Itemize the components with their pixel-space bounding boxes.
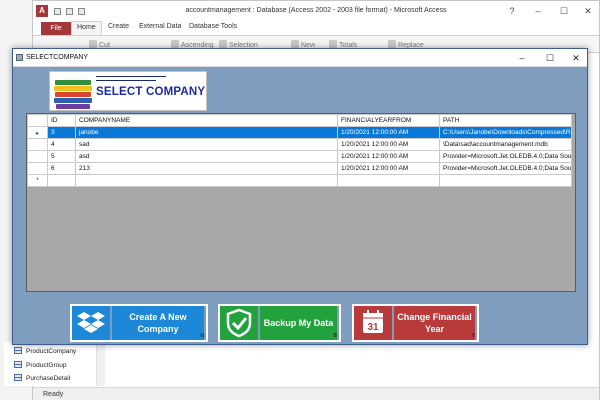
backup-data-label: Backup My Data: [260, 306, 337, 340]
cell-financialyearfrom[interactable]: 1/20/2021 12:00:00 AM: [337, 150, 440, 163]
table-icon: [14, 347, 22, 354]
cell-path[interactable]: [439, 174, 572, 187]
dialog-minimize-button[interactable]: –: [515, 51, 529, 65]
table-header-row: ID COMPANYNAME FINANCIALYEARFROM PATH: [27, 114, 572, 127]
status-bar: Ready: [33, 387, 599, 400]
shield-check-icon: [220, 306, 258, 340]
status-text: Ready: [43, 391, 64, 398]
select-company-banner: SELECT COMPANY: [49, 71, 207, 111]
create-shortcut-hint: N: [200, 333, 204, 339]
select-company-dialog: SELECTCOMPANY – ☐ ✕ SELECT COMPANY ID CO…: [12, 48, 588, 345]
filter-selection-icon: [219, 40, 227, 48]
dialog-title: SELECTCOMPANY: [26, 54, 89, 61]
nav-item-productcompany[interactable]: ProductCompany: [14, 346, 76, 358]
scissors-icon: [89, 40, 97, 48]
table-row[interactable]: 4 sad 1/20/2021 12:00:00 AM \Data\sad\ac…: [27, 138, 572, 151]
new-row-selector[interactable]: *: [27, 174, 48, 187]
change-shortcut-hint: Y: [471, 333, 475, 339]
dialog-maximize-button[interactable]: ☐: [543, 51, 557, 65]
backup-shortcut-hint: B: [333, 333, 337, 339]
tab-database-tools[interactable]: Database Tools: [189, 23, 237, 30]
row-header-corner: [27, 114, 48, 127]
cell-path[interactable]: Provider=Microsoft.Jet.OLEDB.4.0;Data So…: [439, 150, 572, 163]
cell-financialyearfrom[interactable]: 1/20/2021 12:00:00 AM: [337, 126, 440, 139]
access-titlebar: A accountmanagement : Database (Access 2…: [33, 1, 599, 21]
nav-item-purchasedetail[interactable]: PurchaseDetail: [14, 373, 70, 385]
tab-external-data[interactable]: External Data: [139, 23, 181, 30]
replace-icon: [388, 40, 396, 48]
company-table: ID COMPANYNAME FINANCIALYEARFROM PATH ▸ …: [27, 114, 572, 187]
help-icon[interactable]: ?: [505, 5, 519, 17]
cell-financialyearfrom[interactable]: [337, 174, 440, 187]
change-financial-year-label: Change Financial Year: [394, 306, 475, 340]
sort-ascending-icon: [171, 40, 179, 48]
table-icon: [14, 374, 22, 381]
create-company-button[interactable]: Create A New Company N: [70, 304, 208, 342]
dropbox-icon: [72, 306, 110, 340]
navigation-pane: ProductCompany ProductGroup PurchaseDeta…: [4, 342, 105, 386]
row-selector[interactable]: [27, 138, 48, 151]
close-button[interactable]: ✕: [581, 5, 595, 17]
row-selector[interactable]: ▸: [27, 126, 48, 139]
new-row[interactable]: *: [27, 174, 572, 187]
column-header-financialyearfrom[interactable]: FINANCIALYEARFROM: [337, 114, 440, 127]
table-icon: [14, 361, 22, 368]
cell-id[interactable]: 4: [47, 138, 76, 151]
cell-id[interactable]: 5: [47, 150, 76, 163]
cell-companyname[interactable]: janobe: [75, 126, 338, 139]
calendar-icon: 31: [354, 306, 392, 340]
column-header-path[interactable]: PATH: [439, 114, 572, 127]
cell-path[interactable]: \Data\sad\accountmanagement.mdb: [439, 138, 572, 151]
create-company-label: Create A New Company: [112, 306, 204, 340]
sigma-icon: [329, 40, 337, 48]
calendar-day: 31: [367, 322, 379, 333]
table-row[interactable]: 5 asd 1/20/2021 12:00:00 AM Provider=Mic…: [27, 150, 572, 163]
cell-financialyearfrom[interactable]: 1/20/2021 12:00:00 AM: [337, 162, 440, 175]
table-row[interactable]: 6 213 1/20/2021 12:00:00 AM Provider=Mic…: [27, 162, 572, 175]
maximize-button[interactable]: ☐: [557, 5, 571, 17]
company-grid[interactable]: ID COMPANYNAME FINANCIALYEARFROM PATH ▸ …: [26, 113, 576, 292]
cell-id[interactable]: [47, 174, 76, 187]
cell-companyname[interactable]: sad: [75, 138, 338, 151]
form-icon: [16, 54, 23, 61]
row-selector[interactable]: [27, 162, 48, 175]
column-header-id[interactable]: ID: [47, 114, 76, 127]
cell-id[interactable]: 3: [47, 126, 76, 139]
tab-create[interactable]: Create: [108, 23, 129, 30]
ribbon-tabs: File Home Create External Data Database …: [33, 21, 599, 35]
backup-data-button[interactable]: Backup My Data B: [218, 304, 341, 342]
cell-companyname[interactable]: asd: [75, 150, 338, 163]
cell-path[interactable]: Provider=Microsoft.Jet.OLEDB.4.0;Data So…: [439, 162, 572, 175]
nav-scrollbar[interactable]: [96, 342, 105, 386]
dialog-close-button[interactable]: ✕: [569, 51, 583, 65]
change-financial-year-button[interactable]: 31 Change Financial Year Y: [352, 304, 479, 342]
table-row[interactable]: ▸ 3 janobe 1/20/2021 12:00:00 AM C:\User…: [27, 126, 572, 139]
cell-companyname[interactable]: [75, 174, 338, 187]
banner-title: SELECT COMPANY: [96, 86, 206, 98]
tab-file[interactable]: File: [41, 22, 71, 35]
cell-financialyearfrom[interactable]: 1/20/2021 12:00:00 AM: [337, 138, 440, 151]
nav-item-productgroup[interactable]: ProductGroup: [14, 360, 66, 372]
cell-companyname[interactable]: 213: [75, 162, 338, 175]
row-selector[interactable]: [27, 150, 48, 163]
column-header-companyname[interactable]: COMPANYNAME: [75, 114, 338, 127]
minimize-button[interactable]: –: [531, 5, 545, 17]
tab-home[interactable]: Home: [71, 21, 102, 35]
banner-lines: [96, 76, 166, 84]
new-record-icon: [291, 40, 299, 48]
nav-item-label: PurchaseDetail: [26, 375, 71, 382]
nav-item-label: ProductGroup: [26, 362, 67, 369]
cell-path[interactable]: C:\Users\Janobe\Downloads\Compressed\REA…: [439, 126, 572, 139]
cell-id[interactable]: 6: [47, 162, 76, 175]
dialog-titlebar: SELECTCOMPANY – ☐ ✕: [13, 49, 587, 67]
nav-item-label: ProductCompany: [26, 348, 77, 355]
